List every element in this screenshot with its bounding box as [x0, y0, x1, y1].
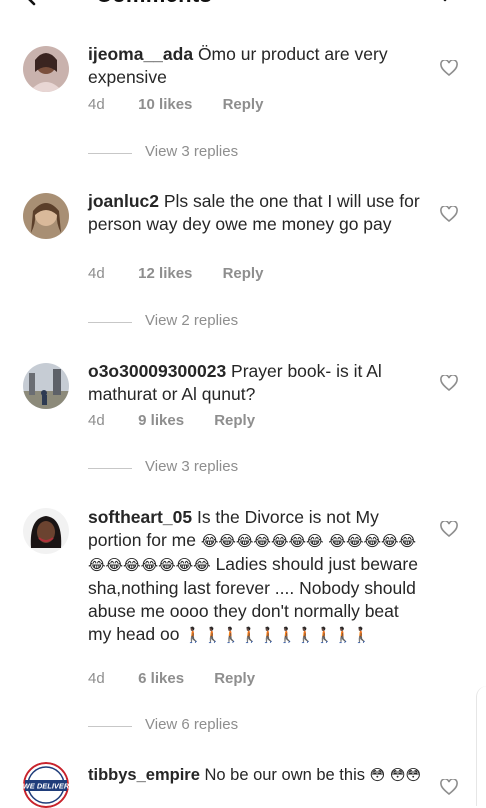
scroll-edge: [476, 686, 486, 806]
comment-age: 4d: [88, 96, 105, 113]
comment-text: tibbys_empire No be our own be this 😳 😳😳: [88, 764, 423, 787]
comment-text: o3o30009300023 Prayer book- is it Al mat…: [88, 360, 423, 406]
avatar[interactable]: [23, 46, 69, 92]
comment-username[interactable]: joanluc2: [88, 191, 159, 211]
reply-button[interactable]: Reply: [214, 670, 255, 687]
comment-body: No be our own be this: [204, 766, 365, 784]
back-arrow-icon[interactable]: [22, 0, 56, 13]
avatar[interactable]: WE DELIVER: [23, 762, 69, 808]
avatar-logo-text: WE DELIVER: [23, 782, 69, 791]
comment-text: ijeoma__ada Ömo ur product are very expe…: [88, 43, 423, 89]
comment-username[interactable]: o3o30009300023: [88, 361, 226, 381]
heart-icon[interactable]: [440, 374, 458, 396]
comment-username[interactable]: tibbys_empire: [88, 766, 200, 784]
view-replies-button[interactable]: View 2 replies: [88, 312, 388, 332]
view-replies-button[interactable]: View 3 replies: [88, 458, 388, 478]
avatar[interactable]: [23, 363, 69, 409]
heart-icon[interactable]: [440, 520, 458, 542]
reply-button[interactable]: Reply: [223, 265, 264, 282]
comment-meta: 4d 6 likes Reply: [88, 670, 255, 687]
view-replies-button[interactable]: View 3 replies: [88, 143, 388, 163]
comment-username[interactable]: softheart_05: [88, 507, 192, 527]
comment-meta: 4d 12 likes Reply: [88, 265, 263, 282]
view-replies-label: View 3 replies: [145, 143, 239, 160]
page-title: Comments: [96, 0, 212, 8]
replies-divider: [88, 726, 132, 727]
avatar[interactable]: [23, 508, 69, 554]
comment-age: 4d: [88, 265, 105, 282]
likes-count[interactable]: 10 likes: [138, 96, 192, 113]
comment-age: 4d: [88, 670, 105, 687]
view-replies-button[interactable]: View 6 replies: [88, 716, 388, 736]
comment-meta: 4d 9 likes Reply: [88, 412, 255, 429]
laughing-emoji-icon: 😂😂😂😂😂😂😂: [200, 532, 324, 550]
view-replies-label: View 6 replies: [145, 716, 239, 733]
view-replies-label: View 3 replies: [145, 458, 239, 475]
replies-divider: [88, 468, 132, 469]
reply-button[interactable]: Reply: [223, 96, 264, 113]
reply-button[interactable]: Reply: [214, 412, 255, 429]
send-icon[interactable]: [432, 0, 458, 7]
heart-icon[interactable]: [440, 59, 458, 81]
replies-divider: [88, 153, 132, 154]
flushed-emoji-icon: 😳: [369, 766, 386, 784]
likes-count[interactable]: 6 likes: [138, 670, 184, 687]
replies-divider: [88, 322, 132, 323]
likes-count[interactable]: 9 likes: [138, 412, 184, 429]
comments-header: Comments: [0, 0, 486, 14]
heart-icon[interactable]: [440, 205, 458, 227]
comment-text: softheart_05 Is the Divorce is not My po…: [88, 506, 423, 647]
comment-meta: 4d 10 likes Reply: [88, 96, 263, 113]
likes-count[interactable]: 12 likes: [138, 265, 192, 282]
flushed-emoji-icon: 😳😳: [389, 766, 422, 784]
avatar[interactable]: [23, 193, 69, 239]
comment-username[interactable]: ijeoma__ada: [88, 44, 193, 64]
comment-age: 4d: [88, 412, 105, 429]
walking-person-emoji-icon: 🚶🏿🚶🏿🚶🏿🚶🏿🚶🏿🚶🏿🚶🏿🚶🏿🚶🏿🚶🏿: [184, 626, 372, 644]
heart-icon[interactable]: [440, 778, 458, 800]
comment-text: joanluc2 Pls sale the one that I will us…: [88, 190, 423, 236]
view-replies-label: View 2 replies: [145, 312, 239, 329]
